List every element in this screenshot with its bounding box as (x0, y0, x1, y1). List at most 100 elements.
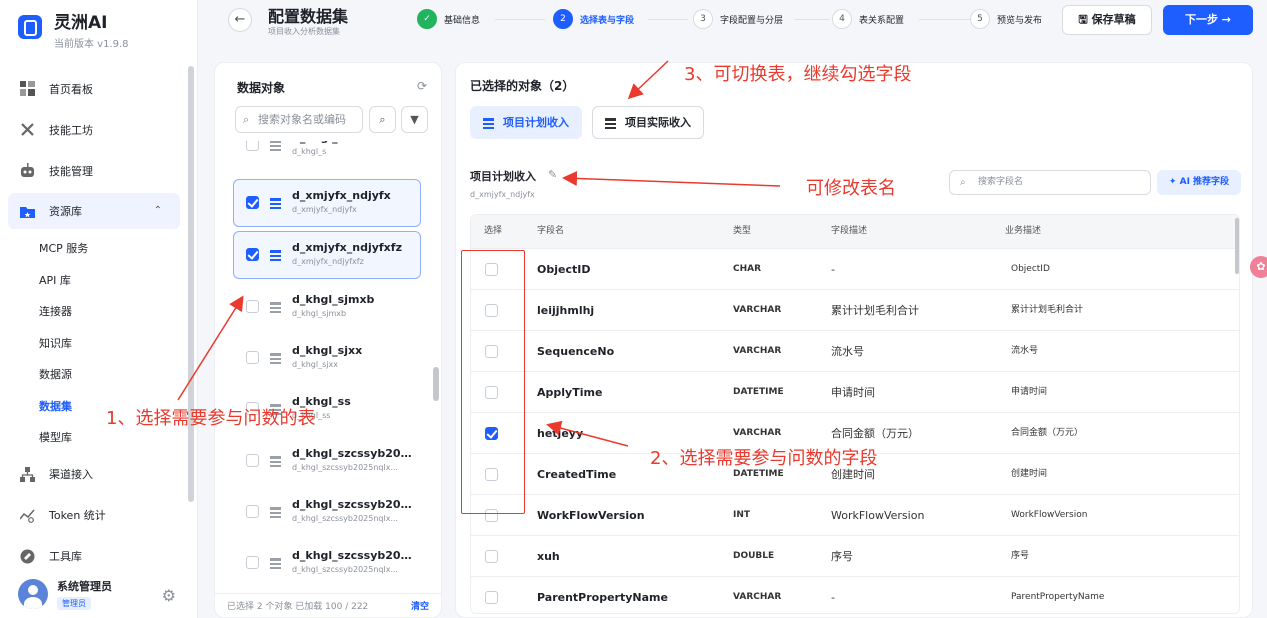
chevron-up-icon: ⌃ (153, 205, 162, 216)
field-name: ApplyTime (537, 386, 603, 399)
checkbox[interactable] (246, 505, 259, 518)
field-search-input[interactable]: ⌕ 搜索字段名 (949, 170, 1151, 195)
user-role-badge: 管理员 (57, 597, 91, 610)
checkbox[interactable] (246, 300, 259, 313)
checkbox[interactable] (485, 591, 498, 604)
column-header: 业务描述 (1005, 226, 1042, 236)
sidebar-scrollbar[interactable] (188, 66, 194, 502)
checkbox[interactable] (246, 351, 259, 364)
table-row[interactable]: WorkFlowVersion INT WorkFlowVersion Work… (471, 494, 1239, 535)
step-field-config[interactable]: 3 字段配置与分层 (693, 9, 783, 29)
sidebar-item-skill-workshop[interactable]: 技能工坊 (8, 109, 180, 150)
list-item[interactable]: d_khgl_s d_khgl_s (233, 141, 421, 169)
object-name: d_xmjyfx_ndjyfx (292, 189, 391, 202)
field-name: SequenceNo (537, 345, 615, 358)
user-name: 系统管理员 (57, 580, 112, 593)
field-table-scrollbar[interactable] (1235, 218, 1239, 274)
field-name: WorkFlowVersion (537, 509, 645, 522)
checkbox[interactable] (246, 141, 259, 151)
ai-button-label: AI 推荐字段 (1179, 177, 1230, 187)
list-item[interactable]: d_khgl_sjxx d_khgl_sjxx (233, 334, 421, 382)
tab-planned-income[interactable]: 项目计划收入 (470, 106, 582, 139)
business-description: 申请时间 (1011, 387, 1048, 397)
list-item[interactable]: d_khgl_sjmxb d_khgl_sjmxb (233, 283, 421, 331)
table-row[interactable]: xuh DOUBLE 序号 序号 (471, 535, 1239, 576)
sidebar-subitem-api[interactable]: API 库 (8, 265, 180, 297)
sidebar-subitem-datasource[interactable]: 数据源 (8, 359, 180, 391)
sidebar-item-dashboard[interactable]: 首页看板 (8, 68, 180, 109)
list-item[interactable]: d_khgl_szcssyb2025... d_khgl_szcssyb2025… (233, 539, 421, 587)
assistant-icon[interactable]: ✿ (1250, 256, 1267, 278)
field-description: 申请时间 (831, 386, 875, 399)
field-table: 选择 字段名 类型 字段描述 业务描述 ObjectID CHAR - Obje… (470, 214, 1240, 614)
table-row[interactable]: ObjectID CHAR - ObjectID (471, 248, 1239, 289)
list-item[interactable]: d_xmjyfx_ndjyfx d_xmjyfx_ndjyfx (233, 179, 421, 227)
checkbox[interactable] (246, 248, 259, 261)
sidebar-item-skill-management[interactable]: 技能管理 (8, 150, 180, 191)
ai-recommend-button[interactable]: ✦ AI 推荐字段 (1157, 170, 1241, 195)
table-row[interactable]: ParentPropertyName VARCHAR - ParentPrope… (471, 576, 1239, 613)
field-type: CHAR (733, 264, 762, 274)
checkbox[interactable] (246, 454, 259, 467)
step-relations[interactable]: 4 表关系配置 (832, 9, 904, 29)
object-search-input[interactable]: ⌕ 搜索对象名或编码 (235, 106, 363, 133)
tab-actual-income[interactable]: 项目实际收入 (592, 106, 704, 139)
object-name: d_khgl_sjmxb (292, 293, 375, 306)
step-basic-info[interactable]: ✓ 基础信息 (417, 9, 480, 29)
sidebar-item-toolbox[interactable]: 工具库 (8, 536, 180, 577)
column-header: 类型 (733, 226, 752, 236)
field-type: VARCHAR (733, 592, 782, 602)
table-row[interactable]: SequenceNo VARCHAR 流水号 流水号 (471, 330, 1239, 371)
step-select-tables[interactable]: 2 选择表与字段 (553, 9, 634, 29)
gear-icon[interactable]: ⚙ (162, 586, 176, 605)
checkbox[interactable] (246, 556, 259, 569)
search-button[interactable]: ⌕ (369, 106, 396, 133)
brand: 灵洲AI 当前版本 v1.9.8 (18, 12, 129, 50)
field-type: DOUBLE (733, 551, 775, 561)
object-code: d_xmjyfx_ndjyfx (292, 205, 357, 214)
business-description: 累计计划毛利合计 (1011, 305, 1084, 315)
sidebar-subitem-connector[interactable]: 连接器 (8, 296, 180, 328)
step-publish[interactable]: 5 预览与发布 (970, 9, 1042, 29)
sidebar-item-label: 资源库 (49, 205, 82, 218)
sidebar-item-label: 渠道接入 (49, 468, 93, 481)
list-item[interactable]: d_khgl_szcssyb2025... d_khgl_szcssyb2025… (233, 437, 421, 485)
sidebar-subitem-knowledge[interactable]: 知识库 (8, 328, 180, 360)
clear-button[interactable]: 清空 (411, 594, 429, 617)
business-description: WorkFlowVersion (1011, 510, 1088, 520)
sidebar-item-token-stats[interactable]: Token 统计 (8, 495, 180, 536)
list-item[interactable]: d_xmjyfx_ndjyfxfz d_xmjyfx_ndjyfxfz (233, 231, 421, 279)
object-list-scrollbar[interactable] (433, 367, 439, 401)
table-icon (270, 456, 281, 467)
pencil-icon[interactable]: ✎ (548, 168, 557, 181)
panel-title: 数据对象 (237, 81, 286, 95)
field-description: 序号 (831, 550, 853, 563)
sidebar-item-resources[interactable]: 资源库 ⌃ (8, 193, 180, 229)
table-display-name[interactable]: 项目计划收入 (470, 168, 536, 184)
list-item[interactable]: d_khgl_szcssyb2025... d_khgl_szcssyb2025… (233, 488, 421, 536)
step-label: 预览与发布 (997, 15, 1043, 26)
table-row[interactable]: ApplyTime DATETIME 申请时间 申请时间 (471, 371, 1239, 412)
sidebar-item-channels[interactable]: 渠道接入 (8, 454, 180, 495)
user-profile[interactable]: 系统管理员 管理员 ⚙ (18, 578, 178, 610)
checkbox[interactable] (246, 196, 259, 209)
object-name: d_khgl_szcssyb2025... (292, 549, 418, 562)
refresh-icon[interactable]: ⟳ (417, 79, 427, 93)
annotation-highlight-box (461, 250, 525, 514)
save-draft-button[interactable]: 🖫 保存草稿 (1062, 5, 1152, 35)
annotation-rename: 可修改表名 (806, 178, 896, 199)
back-button[interactable]: ← (228, 8, 252, 32)
checkbox[interactable] (485, 550, 498, 563)
table-row[interactable]: leijjhmlhj VARCHAR 累计计划毛利合计 累计计划毛利合计 (471, 289, 1239, 330)
search-icon: ⌕ (960, 177, 966, 188)
sidebar: 灵洲AI 当前版本 v1.9.8 首页看板 技能工坊 技能管理 资源库 ⌃ MC… (0, 0, 198, 618)
filter-button[interactable]: ▼ (401, 106, 428, 133)
next-step-button[interactable]: 下一步 → (1163, 5, 1253, 35)
sidebar-subitem-mcp[interactable]: MCP 服务 (8, 233, 180, 265)
tab-label: 项目实际收入 (625, 116, 691, 129)
table-icon (483, 118, 494, 129)
step-number: 4 (832, 9, 852, 29)
column-header: 字段名 (537, 226, 565, 236)
search-placeholder: 搜索字段名 (978, 177, 1024, 187)
field-description: - (831, 591, 835, 604)
